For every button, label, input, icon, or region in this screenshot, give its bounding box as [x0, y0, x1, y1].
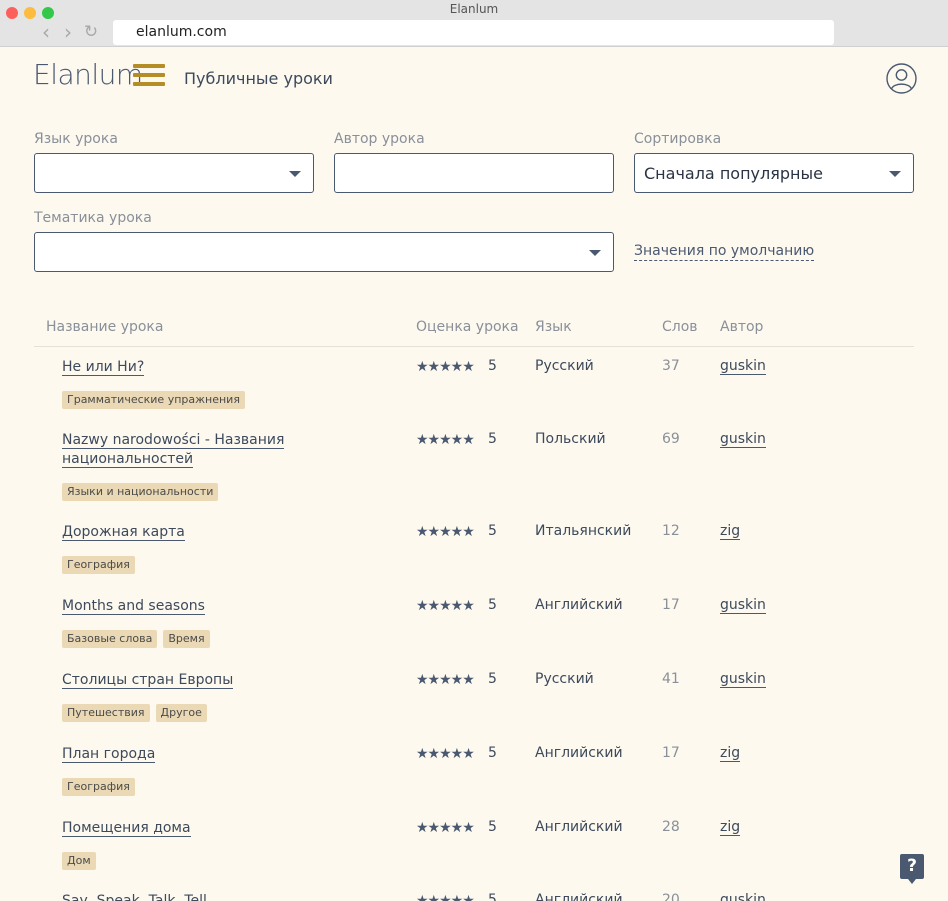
- user-account-icon[interactable]: [886, 63, 917, 94]
- lesson-tags: Путешествия Другое: [62, 701, 213, 722]
- lesson-title-link[interactable]: Столицы стран Европы: [62, 671, 302, 690]
- sort-value: Сначала популярные: [644, 164, 823, 183]
- word-count: 37: [662, 358, 680, 374]
- column-header-rating[interactable]: Оценка урока: [416, 319, 519, 335]
- author-input[interactable]: [334, 153, 614, 193]
- topic-tag[interactable]: Языки и национальности: [62, 483, 219, 501]
- topic-tag[interactable]: География: [62, 778, 135, 796]
- topic-tag[interactable]: Базовые слова: [62, 630, 158, 648]
- author-link[interactable]: zig: [720, 745, 741, 762]
- forward-icon[interactable]: ›: [58, 21, 78, 43]
- address-bar[interactable]: elanlum.com: [113, 20, 834, 45]
- topic-filter-label: Тематика урока: [34, 210, 152, 226]
- rating-value: 5: [488, 597, 497, 613]
- topic-tag[interactable]: Путешествия: [62, 704, 150, 722]
- word-count: 69: [662, 431, 680, 447]
- minimize-window-button[interactable]: [24, 7, 36, 19]
- lesson-tags: Языки и национальности: [62, 480, 224, 501]
- logo[interactable]: Elanlum: [33, 58, 143, 91]
- lesson-title-link[interactable]: Nazwy narodowości - Названия национально…: [62, 431, 302, 469]
- author-link[interactable]: zig: [720, 523, 741, 540]
- window-title: Elanlum: [449, 2, 499, 16]
- star-rating-icon: ★★★★★: [416, 672, 475, 688]
- reset-filters-link[interactable]: Значения по умолчанию: [634, 243, 815, 261]
- lesson-language: Английский: [535, 597, 623, 613]
- chevron-down-icon: [589, 250, 601, 256]
- column-header-name[interactable]: Название урока: [46, 319, 163, 335]
- maximize-window-button[interactable]: [42, 7, 54, 19]
- lesson-language: Английский: [535, 745, 623, 761]
- author-link[interactable]: guskin: [720, 431, 766, 448]
- author-link[interactable]: guskin: [720, 597, 766, 614]
- column-header-words[interactable]: Слов: [662, 319, 698, 335]
- back-icon[interactable]: ‹: [36, 21, 56, 43]
- column-header-author[interactable]: Автор: [720, 319, 763, 335]
- lesson-tags: Дом: [62, 849, 102, 870]
- star-rating-icon: ★★★★★: [416, 598, 475, 614]
- lesson-title-link[interactable]: Помещения дома: [62, 819, 302, 838]
- topic-tag[interactable]: Дом: [62, 852, 96, 870]
- help-button[interactable]: ?: [900, 854, 924, 884]
- word-count: 28: [662, 819, 680, 835]
- star-rating-icon: ★★★★★: [416, 524, 475, 540]
- lesson-title-link[interactable]: План города: [62, 745, 302, 764]
- menu-icon[interactable]: [133, 64, 165, 90]
- rating-value: 5: [488, 431, 497, 447]
- rating-value: 5: [488, 892, 497, 901]
- language-filter-label: Язык урока: [34, 131, 118, 147]
- author-link[interactable]: zig: [720, 819, 741, 836]
- star-rating-icon: ★★★★★: [416, 820, 475, 836]
- browser-chrome: Elanlum ‹ › ↻ elanlum.com: [0, 0, 948, 47]
- lesson-title-link[interactable]: Дорожная карта: [62, 523, 302, 542]
- rating-value: 5: [488, 745, 497, 761]
- author-link[interactable]: guskin: [720, 892, 766, 901]
- lesson-language: Русский: [535, 358, 594, 374]
- column-header-language[interactable]: Язык: [535, 319, 572, 335]
- sort-select[interactable]: Сначала популярные: [634, 153, 914, 193]
- word-count: 20: [662, 892, 680, 901]
- author-filter-label: Автор урока: [334, 131, 425, 147]
- close-window-button[interactable]: [6, 7, 18, 19]
- lesson-title-link[interactable]: Months and seasons: [62, 597, 302, 616]
- reload-icon[interactable]: ↻: [81, 21, 101, 43]
- topic-select[interactable]: [34, 232, 614, 272]
- rating-value: 5: [488, 358, 497, 374]
- lesson-tags: География: [62, 553, 141, 574]
- lesson-tags: Базовые слова Время: [62, 627, 216, 648]
- word-count: 17: [662, 745, 680, 761]
- topic-tag[interactable]: География: [62, 556, 135, 574]
- page-title: Публичные уроки: [184, 69, 333, 88]
- star-rating-icon: ★★★★★: [416, 893, 475, 901]
- language-select[interactable]: [34, 153, 314, 193]
- rating-value: 5: [488, 523, 497, 539]
- star-rating-icon: ★★★★★: [416, 432, 475, 448]
- rating-value: 5: [488, 819, 497, 835]
- topic-tag[interactable]: Грамматические упражнения: [62, 391, 245, 409]
- header-divider: [34, 346, 914, 347]
- topic-tag[interactable]: Другое: [155, 704, 207, 722]
- lesson-tags: Грамматические упражнения: [62, 388, 251, 409]
- word-count: 12: [662, 523, 680, 539]
- lesson-language: Английский: [535, 892, 623, 901]
- word-count: 41: [662, 671, 680, 687]
- star-rating-icon: ★★★★★: [416, 359, 475, 375]
- author-link[interactable]: guskin: [720, 358, 766, 375]
- topic-tag[interactable]: Время: [163, 630, 210, 648]
- lesson-language: Итальянский: [535, 523, 632, 539]
- lesson-tags: География: [62, 775, 141, 796]
- url-text: elanlum.com: [136, 24, 227, 40]
- rating-value: 5: [488, 671, 497, 687]
- star-rating-icon: ★★★★★: [416, 746, 475, 762]
- lesson-language: Русский: [535, 671, 594, 687]
- lesson-title-link[interactable]: Say, Speak, Talk, Tell: [62, 892, 302, 901]
- lesson-language: Английский: [535, 819, 623, 835]
- word-count: 17: [662, 597, 680, 613]
- chevron-down-icon: [889, 171, 901, 177]
- author-link[interactable]: guskin: [720, 671, 766, 688]
- lesson-title-link[interactable]: Не или Ни?: [62, 358, 302, 377]
- sort-label: Сортировка: [634, 131, 722, 147]
- lesson-language: Польский: [535, 431, 606, 447]
- chevron-down-icon: [289, 171, 301, 177]
